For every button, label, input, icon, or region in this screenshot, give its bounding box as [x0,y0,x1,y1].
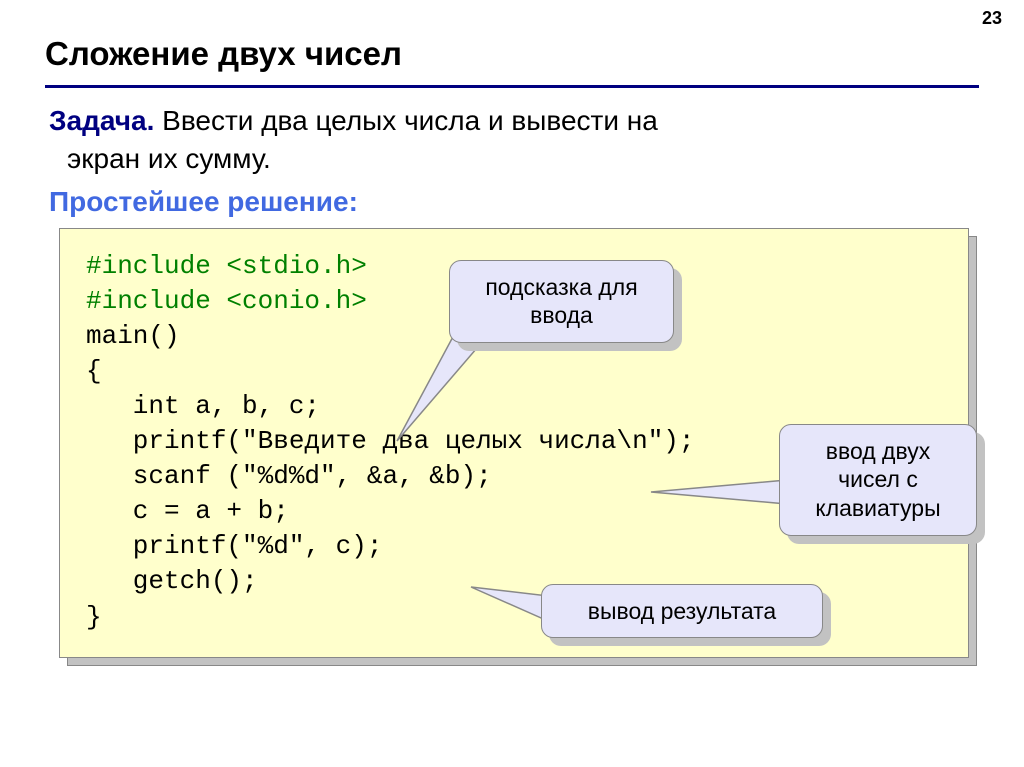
callout-2-bubble: ввод двух чисел с клавиатуры [779,424,977,536]
code-line-10: getch(); [86,566,258,596]
callout-3-bubble: вывод результата [541,584,823,639]
callout-3-text: вывод результата [564,597,800,626]
callout-tail-2 [649,480,789,510]
callout-1-line-1: подсказка для [472,273,651,302]
code-line-2: #include <conio.h> [86,286,367,316]
solution-heading: Простейшее решение: [45,186,979,218]
code-line-1: #include <stdio.h> [86,251,367,281]
callout-2-line-1: ввод двух [802,437,954,466]
callout-1-bubble: подсказка для ввода [449,260,674,344]
callout-1-line-2: ввода [472,301,651,330]
callout-1: подсказка для ввода [449,260,674,344]
code-line-5: int a, b, c; [86,391,320,421]
title-divider [45,85,979,88]
code-line-9: printf("%d", c); [86,531,382,561]
page-number: 23 [982,8,1002,29]
code-line-7: scanf ("%d%d", &a, &b); [86,461,492,491]
callout-2-line-2: чисел с [802,465,954,494]
task-text-2: экран их сумму. [49,140,979,178]
callout-3: вывод результата [541,584,823,639]
code-line-6: printf("Введите два целых числа\n"); [86,426,695,456]
task-text-1: Ввести два целых числа и вывести на [154,105,657,136]
task-label: Задача. [49,105,154,136]
task-block: Задача. Ввести два целых числа и вывести… [45,102,979,178]
code-line-8: c = a + b; [86,496,289,526]
callout-2: ввод двух чисел с клавиатуры [779,424,977,536]
callout-2-line-3: клавиатуры [802,494,954,523]
code-line-3: main() [86,321,180,351]
code-area: #include <stdio.h> #include <conio.h> ma… [59,228,989,658]
slide-page: 23 Сложение двух чисел Задача. Ввести дв… [0,0,1024,767]
code-line-4: { [86,356,102,386]
slide-title: Сложение двух чисел [45,35,979,73]
code-line-11: } [86,602,102,632]
